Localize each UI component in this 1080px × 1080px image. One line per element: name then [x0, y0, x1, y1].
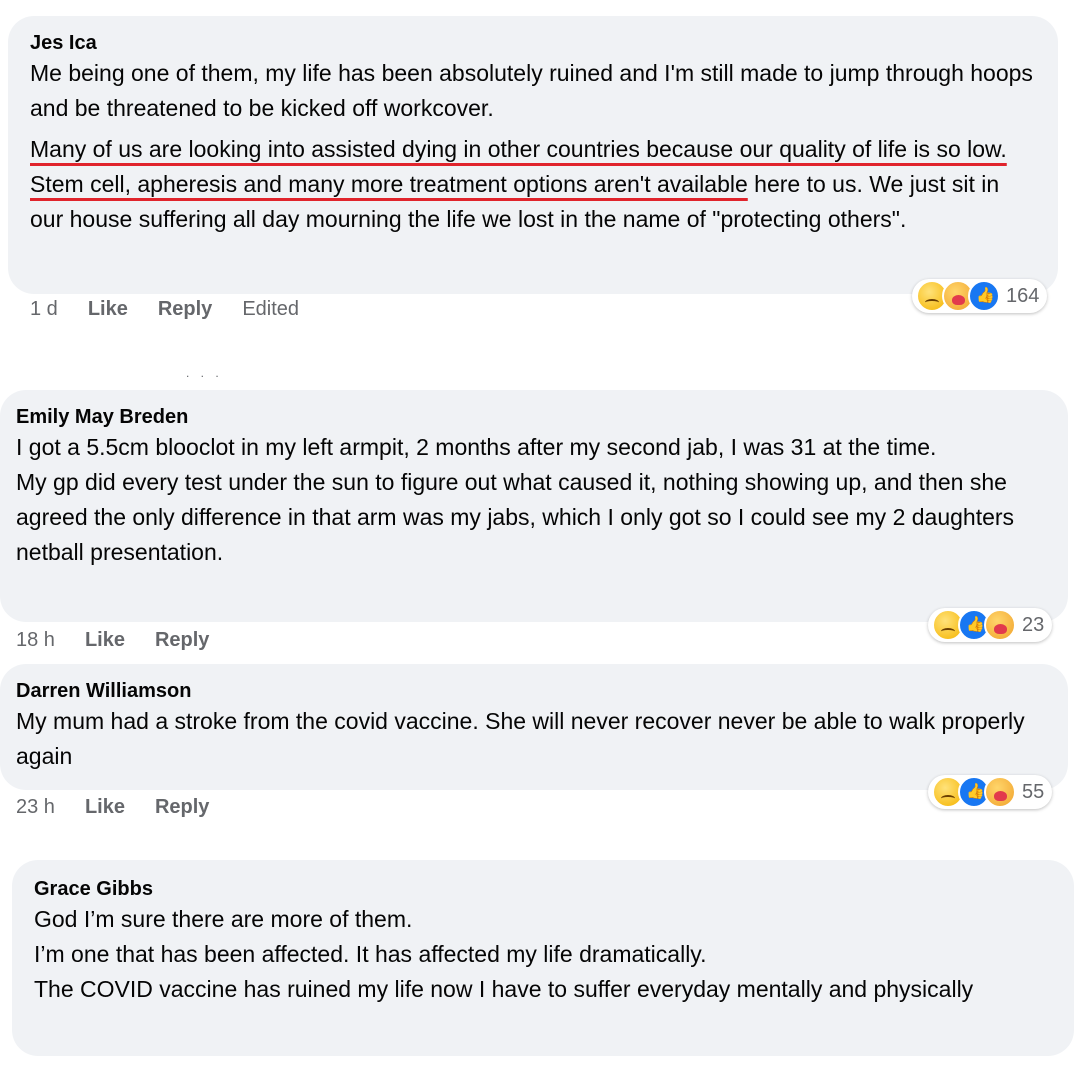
like-button[interactable]: Like: [88, 298, 128, 321]
reaction-count: 164: [1006, 284, 1040, 307]
like-button[interactable]: Like: [85, 796, 125, 819]
comment-text: My gp did every test under the sun to fi…: [16, 469, 1015, 565]
comment-text: The COVID vaccine has ruined my life now…: [34, 976, 974, 1002]
comment-author[interactable]: Grace Gibbs: [34, 876, 1052, 902]
comment-bubble: Grace Gibbs God I’m sure there are more …: [12, 860, 1074, 1056]
comment-bubble: Darren Williamson My mum had a stroke fr…: [0, 664, 1068, 790]
like-button[interactable]: Like: [85, 629, 125, 652]
comment-time[interactable]: 23 h: [16, 796, 55, 819]
like-emoji-icon: [968, 280, 1000, 312]
comment-text: Many of us are looking into assisted dyi…: [30, 132, 1036, 237]
reply-button[interactable]: Reply: [158, 298, 212, 321]
comment-author[interactable]: Emily May Breden: [16, 404, 1052, 430]
comment-author[interactable]: Jes Ica: [30, 30, 1036, 56]
care-emoji-icon: [984, 776, 1016, 808]
reaction-summary[interactable]: 164: [912, 279, 1048, 313]
reaction-summary[interactable]: 23: [928, 608, 1053, 642]
comment-actions: 23 h Like Reply: [16, 796, 239, 819]
reaction-count: 55: [1022, 780, 1045, 803]
comment-text: I got a 5.5cm blooclot in my left armpit…: [16, 434, 937, 460]
comment-text: Me being one of them, my life has been a…: [30, 60, 1033, 121]
comment-actions: 1 d Like Reply Edited: [30, 298, 329, 321]
comment-text: My mum had a stroke from the covid vacci…: [16, 708, 1025, 769]
reaction-count: 23: [1022, 613, 1045, 636]
comment-bubble: Jes Ica Me being one of them, my life ha…: [8, 16, 1058, 294]
comment-time[interactable]: 1 d: [30, 298, 58, 321]
edited-label[interactable]: Edited: [242, 298, 299, 321]
care-emoji-icon: [984, 609, 1016, 641]
comment-text: I’m one that has been affected. It has a…: [34, 941, 707, 967]
reaction-summary[interactable]: 55: [928, 775, 1053, 809]
comment-time[interactable]: 18 h: [16, 629, 55, 652]
truncated-separator: . . .: [186, 366, 223, 380]
comment-author[interactable]: Darren Williamson: [16, 678, 1052, 704]
reply-button[interactable]: Reply: [155, 796, 209, 819]
comment-text: God I’m sure there are more of them.: [34, 906, 413, 932]
comment-bubble: Emily May Breden I got a 5.5cm blooclot …: [0, 390, 1068, 622]
comment-actions: 18 h Like Reply: [16, 629, 239, 652]
reply-button[interactable]: Reply: [155, 629, 209, 652]
